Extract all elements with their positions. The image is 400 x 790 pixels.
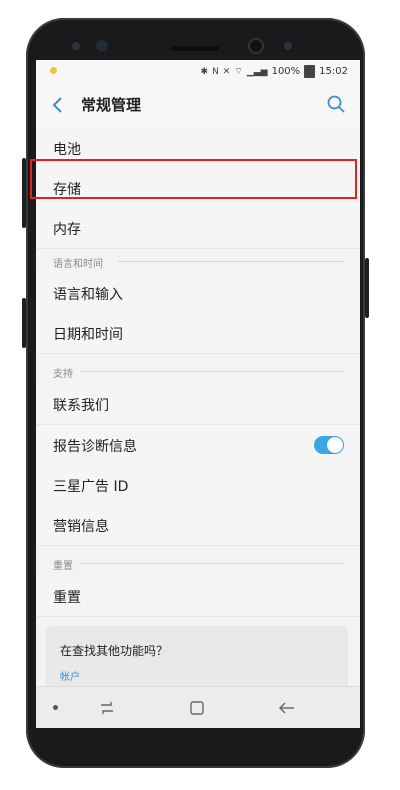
wifi-icon: ⌔ [234,67,243,77]
battery-percent: 100% [271,66,301,77]
section-header-reset: 重置 [36,551,360,575]
front-camera-icon [250,40,262,52]
item-label: 报告诊断信息 [53,439,137,455]
bixby-button [22,298,26,348]
list-item-language-input[interactable]: 语言和输入 [36,273,360,314]
screen: ✱ N ✕ ⌔ ▁▃▅ 100% 15:02 常规管理 电池 存储 内存 语言和… [36,60,360,728]
app-header: 常规管理 [36,82,360,129]
list-item-storage[interactable]: 存储 [36,168,360,209]
item-label: 三星广告 ID [53,479,129,495]
diagnostics-toggle[interactable] [314,436,344,454]
back-icon[interactable] [278,699,296,717]
section-header-language-time: 语言和时间 [36,249,360,273]
earpiece-speaker [171,46,219,51]
list-item-date-time[interactable]: 日期和时间 [36,313,360,354]
power-button [365,258,369,318]
section-label: 支持 [53,369,73,380]
list-item-marketing[interactable]: 营销信息 [36,505,360,546]
list-item-battery[interactable]: 电池 [36,128,360,169]
section-divider [80,371,344,372]
bluetooth-icon: ✱ [200,66,209,77]
card-title: 在查找其他功能吗？ [60,644,169,658]
volume-button [22,158,26,228]
account-link[interactable]: 帐户 [60,668,80,683]
item-label: 日期和时间 [53,327,123,343]
section-label: 语言和时间 [53,259,103,270]
list-item-contact-us[interactable]: 联系我们 [36,384,360,425]
item-label: 语言和输入 [53,287,123,303]
recent-apps-icon[interactable] [98,699,116,717]
clock: 15:02 [319,66,348,77]
section-label: 重置 [53,561,73,572]
list-item-reset[interactable]: 重置 [36,576,360,617]
status-icons: ✱ N ✕ ⌔ ▁▃▅ 100% 15:02 [201,65,348,78]
battery-icon [304,65,316,78]
notification-dot-icon [50,67,57,74]
sensor-icon [72,42,80,50]
proximity-sensor-icon [284,42,292,50]
list-item-diagnostics[interactable]: 报告诊断信息 [36,425,360,466]
section-divider [118,261,344,262]
status-bar: ✱ N ✕ ⌔ ▁▃▅ 100% 15:02 [36,60,360,82]
list-item-ad-id[interactable]: 三星广告 ID [36,465,360,506]
section-divider [80,563,344,564]
nav-dot-icon[interactable] [53,705,58,710]
search-icon[interactable] [326,94,346,114]
item-label: 电池 [53,142,81,158]
navigation-bar [36,686,360,728]
toggle-knob [327,437,343,453]
home-icon[interactable] [188,699,206,717]
signal-icon: ▁▃▅ [246,66,268,77]
item-label: 联系我们 [53,398,109,414]
nfc-icon: N [212,66,219,77]
iris-scanner-icon [96,40,108,52]
item-label: 营销信息 [53,519,109,535]
section-header-support: 支持 [36,359,360,383]
item-label: 存储 [53,182,81,198]
list-item-memory[interactable]: 内存 [36,208,360,249]
item-label: 重置 [53,590,81,606]
item-label: 内存 [53,222,81,238]
mute-icon: ✕ [222,66,231,77]
page-title: 常规管理 [81,96,142,114]
back-arrow-icon[interactable] [50,96,66,114]
top-bezel [26,18,365,66]
